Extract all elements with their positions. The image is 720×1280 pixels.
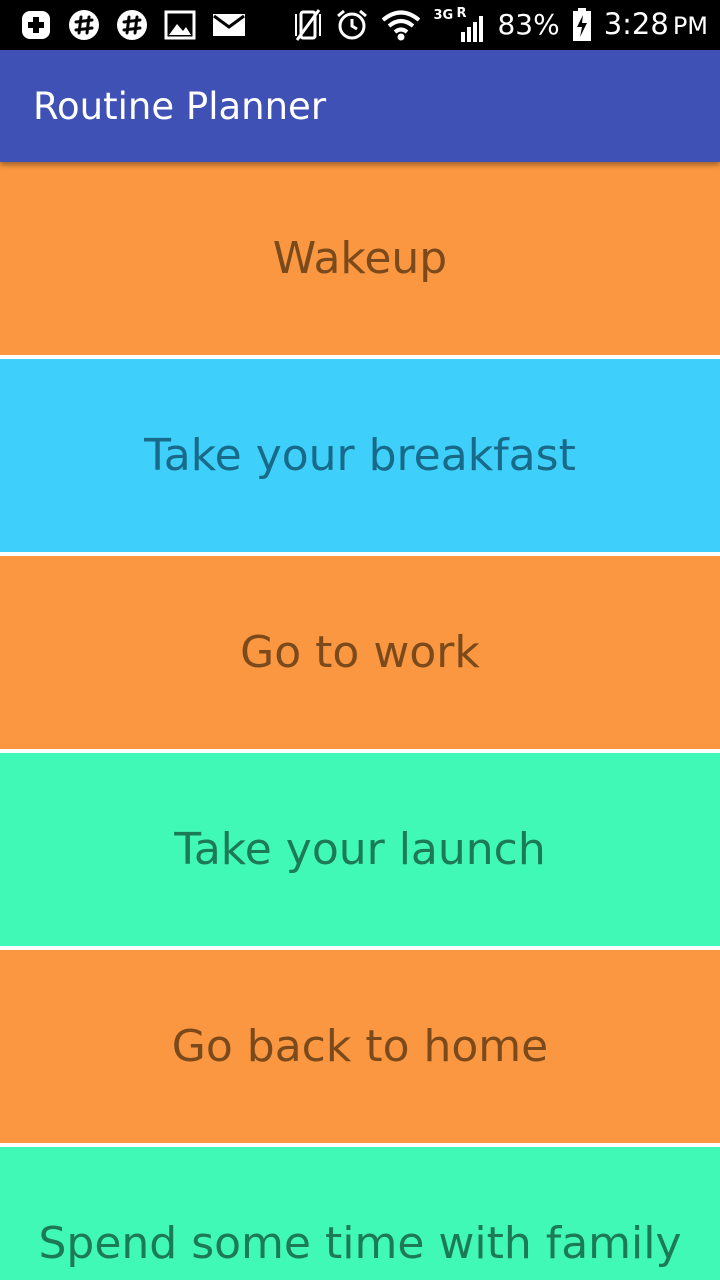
routine-item-launch[interactable]: Take your launch <box>0 753 720 946</box>
routine-item-home[interactable]: Go back to home <box>0 950 720 1143</box>
slack-icon <box>117 10 147 40</box>
clock: 3:28 PM <box>604 5 708 45</box>
screen: 3G R 83% 3:28 PM Routine Planner Wakeup … <box>0 0 720 1280</box>
vibrate-off-icon <box>295 9 322 41</box>
wifi-icon <box>382 10 421 41</box>
routine-item-label: Take your launch <box>174 824 546 875</box>
routine-item-family[interactable]: Spend some time with family <box>0 1147 720 1280</box>
routine-list[interactable]: Wakeup Take your breakfast Go to work Ta… <box>0 162 720 1280</box>
battery-charging-icon <box>572 8 591 41</box>
plus-icon <box>22 11 50 39</box>
clock-time: 3:28 <box>603 7 669 41</box>
app-bar: Routine Planner <box>0 50 720 162</box>
routine-item-breakfast[interactable]: Take your breakfast <box>0 359 720 552</box>
notification-icons <box>20 9 246 41</box>
image-icon <box>164 10 196 40</box>
routine-item-label: Go back to home <box>171 1021 549 1072</box>
routine-item-label: Spend some time with family <box>38 1218 682 1269</box>
mail-icon <box>213 14 245 36</box>
routine-item-label: Take your breakfast <box>144 430 576 481</box>
clock-ampm: PM <box>672 12 708 40</box>
status-bar: 3G R 83% 3:28 PM <box>0 0 720 50</box>
routine-item-wakeup[interactable]: Wakeup <box>0 162 720 355</box>
routine-item-label: Go to work <box>240 627 480 678</box>
routine-item-work[interactable]: Go to work <box>0 556 720 749</box>
routine-item-label: Wakeup <box>272 233 448 284</box>
system-icons: 3G R 83% 3:28 PM <box>293 6 708 44</box>
signal-icon <box>461 16 484 42</box>
slack-icon <box>69 10 99 40</box>
battery-percent: 83% <box>497 8 560 41</box>
app-title: Routine Planner <box>33 85 327 128</box>
alarm-icon <box>337 9 368 40</box>
signal-indicator: 3G R <box>433 6 485 44</box>
network-type-label: 3G <box>433 8 454 23</box>
